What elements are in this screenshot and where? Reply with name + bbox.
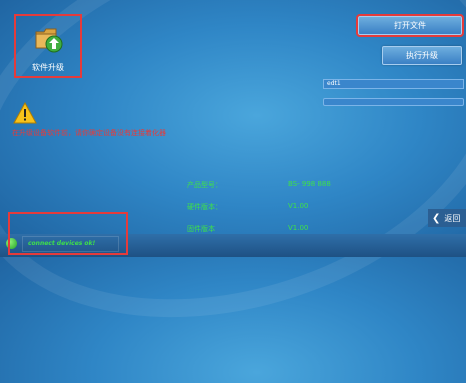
upload-folder-icon [35, 28, 63, 53]
firmware-version-label: 固件版本 [187, 225, 215, 233]
upgrade-progress-bar [323, 98, 464, 106]
product-model-value: BS- 998 888 [288, 180, 331, 188]
status-highlight-frame [8, 212, 128, 255]
file-path-field[interactable]: edt1 [323, 79, 464, 89]
product-model-label: 产品型号： [187, 181, 222, 189]
warning-icon [13, 102, 37, 124]
back-label: 返回 [444, 213, 461, 223]
hardware-version-value: V1.00 [288, 202, 309, 210]
hardware-version-label: 硬件版本： [187, 203, 222, 211]
execute-upgrade-button[interactable]: 执行升级 [382, 46, 462, 65]
open-file-button[interactable]: 打开文件 [356, 14, 464, 37]
chevron-left-icon: ❮ [432, 212, 441, 224]
software-upgrade-tile[interactable]: 软件升级 [14, 14, 82, 78]
warning-text: 在升级设备软件前，请你确定设备没有连接着化器 [12, 129, 166, 137]
software-upgrade-label: 软件升级 [32, 63, 64, 72]
firmware-version-value: V1.00 [288, 224, 309, 232]
back-button[interactable]: ❮ 返回 [428, 209, 466, 227]
